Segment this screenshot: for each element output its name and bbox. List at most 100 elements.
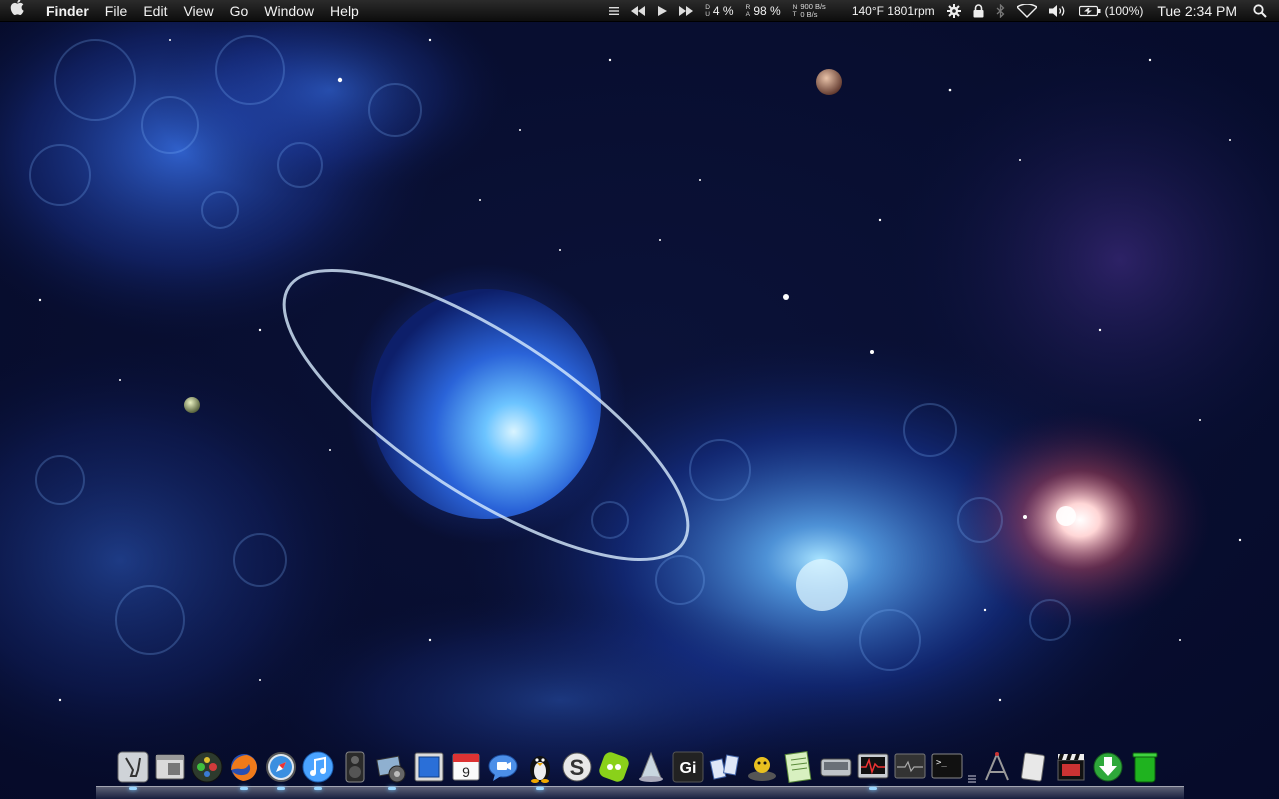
iphoto-glyph [376,755,406,783]
menu-bar-left: Finder File Edit View Go Window Help [0,0,367,22]
battery-icon [1078,5,1101,17]
finder-window-icon[interactable] [153,750,187,784]
ical-icon[interactable]: 9 [449,750,483,784]
spotlight-search-icon[interactable] [1247,0,1279,22]
running-indicator [388,787,396,790]
ichat-icon[interactable] [486,750,520,784]
network-monitor-labels: N T [793,4,798,18]
network-monitor[interactable]: N T 900 B/s 0 B/s [787,0,832,22]
network-rates: 900 B/s 0 B/s [800,3,825,19]
menu-bar: Finder File Edit View Go Window Help D U… [0,0,1279,22]
bluetooth-glyph [996,4,1005,18]
trash-icon[interactable] [1128,750,1162,784]
running-indicator [240,787,248,790]
downloads-arrow-icon[interactable] [1091,750,1125,784]
running-indicator [314,787,322,790]
textedit-glyph [784,751,812,783]
applications-stack-glyph [985,752,1009,781]
skype-letter: S [570,755,585,780]
safari-compass-glyph [266,752,296,782]
documents-stack-glyph [1021,752,1045,782]
cpu-monitor-labels: D U [705,4,710,18]
running-indicator [129,787,137,790]
green-app-icon[interactable] [597,750,631,784]
temperature-fan-readout[interactable]: 140°F 1801rpm [832,0,941,22]
vlc-cone-glyph [639,751,663,782]
applications-stack-icon[interactable] [980,750,1014,784]
cpu-monitor[interactable]: D U 4 % [699,0,739,22]
console-icon[interactable] [893,750,927,784]
terminal-icon[interactable]: >_ [930,750,964,784]
yellow-character-icon[interactable] [745,750,779,784]
terminal-glyph: >_ [931,753,963,779]
playlist-menu-icon[interactable] [603,0,625,22]
hard-drive-icon[interactable] [819,750,853,784]
game-controller-glyph [191,751,223,783]
gear-glyph [946,4,961,18]
itunes-icon[interactable] [301,750,335,790]
magnifier-glyph [1253,4,1267,18]
gear-icon[interactable] [941,0,967,22]
menu-edit[interactable]: Edit [135,0,175,22]
apple-logo-icon[interactable] [0,0,34,22]
running-indicator [869,787,877,790]
documents-stack-icon[interactable] [1017,750,1051,784]
iphoto-icon[interactable] [375,750,409,790]
tux-penguin-glyph [530,756,550,783]
menu-window[interactable]: Window [256,0,322,22]
system-preferences-icon[interactable] [116,750,150,790]
gi-app-glyph: Gi [672,751,704,783]
menu-bar-status-area: D U 4 % R A 98 % N T 900 B/s 0 B/s 140°F… [603,0,1279,22]
memory-monitor-labels: R A [746,4,751,18]
speaker-icon[interactable] [338,750,372,784]
play-icon[interactable] [651,0,673,22]
dock-separator-icon [967,750,977,784]
memory-label-top: R [745,4,751,11]
cpu-value: 4 % [712,4,734,18]
hard-drive-glyph [820,758,852,777]
battery-status[interactable]: (100%) [1073,0,1150,22]
textedit-icon[interactable] [782,750,816,784]
bluetooth-icon[interactable] [990,0,1011,22]
finder-window-glyph [155,754,185,780]
lock-glyph [973,4,984,18]
menu-bar-clock[interactable]: Tue 2:34 PM [1149,0,1247,22]
preview-window-icon[interactable] [412,750,446,784]
safari-compass-icon[interactable] [264,750,298,790]
menu-help[interactable]: Help [322,0,367,22]
game-controller-icon[interactable] [190,750,224,784]
growl-notes-glyph [709,754,740,780]
preview-window-glyph [414,752,444,782]
memory-monitor[interactable]: R A 98 % [740,0,787,22]
skype-icon[interactable]: S [560,750,594,784]
network-label-top: N [792,4,798,11]
firefox-glyph [231,754,257,781]
app-menu-finder[interactable]: Finder [34,0,97,22]
play-glyph [658,6,668,16]
volume-icon[interactable] [1043,0,1073,22]
movie-clapper-glyph [1057,754,1085,781]
growl-notes-icon[interactable] [708,750,742,784]
vlc-cone-icon[interactable] [634,750,668,784]
activity-monitor-icon[interactable] [856,750,890,790]
wifi-icon[interactable] [1011,0,1043,22]
rewind-icon[interactable] [625,0,651,22]
fast-forward-icon[interactable] [673,0,699,22]
movie-clapper-icon[interactable] [1054,750,1088,784]
dock-separator-glyph [968,775,976,783]
menu-go[interactable]: Go [222,0,257,22]
speaker-volume-glyph [1048,5,1065,17]
gi-app-label: Gi [680,760,697,777]
running-indicator [536,787,544,790]
lock-icon[interactable] [967,0,990,22]
list-lines-glyph [609,7,620,15]
itunes-glyph [302,751,334,783]
cpu-label-bottom: U [705,11,710,18]
cpu-label-top: D [705,4,710,11]
menu-file[interactable]: File [97,0,136,22]
menu-view[interactable]: View [175,0,221,22]
gi-app-icon[interactable]: Gi [671,750,705,784]
firefox-icon[interactable] [227,750,261,790]
tux-penguin-icon[interactable] [523,750,557,790]
green-app-glyph [599,752,629,782]
